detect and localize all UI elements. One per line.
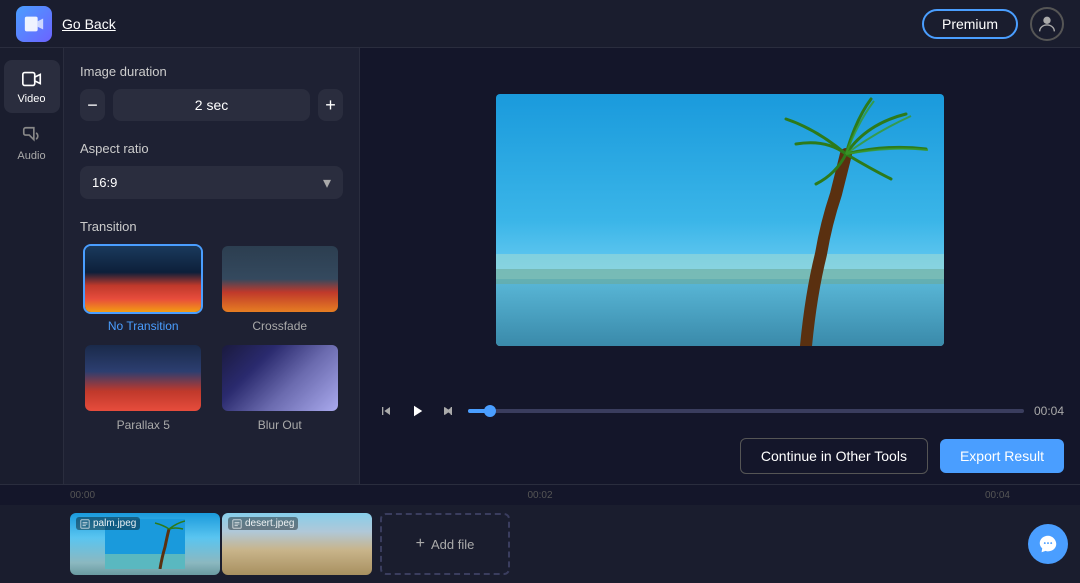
ruler-mark-0: 00:00 bbox=[70, 490, 305, 501]
clip-item-desert[interactable]: desert.jpeg bbox=[222, 513, 372, 575]
ruler-mark-2: 00:04 bbox=[775, 490, 1010, 501]
add-file-button[interactable]: + Add file bbox=[380, 513, 510, 575]
controls-bar: 00:04 bbox=[360, 392, 1080, 430]
timeline-area: 00:00 00:02 00:04 bbox=[0, 484, 1080, 576]
transition-name-parallax-5: Parallax 5 bbox=[117, 418, 170, 432]
sidebar-item-video[interactable]: Video bbox=[4, 60, 60, 113]
duration-control: − + bbox=[80, 89, 343, 121]
transition-name-crossfade: Crossfade bbox=[252, 319, 307, 333]
header-right: Premium bbox=[922, 7, 1064, 41]
add-file-label: Add file bbox=[431, 537, 474, 552]
play-button[interactable] bbox=[406, 400, 428, 422]
support-chat-button[interactable] bbox=[1028, 524, 1068, 564]
progress-bar[interactable] bbox=[468, 409, 1024, 413]
video-icon bbox=[21, 68, 43, 90]
app-logo bbox=[16, 6, 52, 42]
timeline-ruler: 00:00 00:02 00:04 bbox=[0, 485, 1080, 505]
skip-forward-button[interactable] bbox=[438, 401, 458, 421]
transition-item-blur-out[interactable]: Blur Out bbox=[217, 343, 344, 432]
settings-panel: Image duration − + Aspect ratio 16:9 9:1… bbox=[64, 48, 360, 484]
continue-button[interactable]: Continue in Other Tools bbox=[740, 438, 928, 474]
sidebar-item-audio[interactable]: Audio bbox=[4, 117, 60, 170]
transition-name-no-transition: No Transition bbox=[108, 319, 179, 333]
time-display: 00:04 bbox=[1034, 404, 1064, 418]
video-preview-svg bbox=[496, 94, 944, 346]
preview-area: 00:04 Continue in Other Tools Export Res… bbox=[360, 48, 1080, 484]
aspect-ratio-select[interactable]: 16:9 9:16 4:3 1:1 bbox=[80, 166, 343, 199]
image-duration-section: Image duration − + bbox=[80, 64, 343, 121]
transition-thumb-crossfade bbox=[220, 244, 340, 314]
video-frame bbox=[496, 94, 944, 346]
audio-icon bbox=[21, 125, 43, 147]
transition-item-parallax-5[interactable]: Parallax 5 bbox=[80, 343, 207, 432]
header: Go Back Premium bbox=[0, 0, 1080, 48]
sidebar-item-audio-label: Audio bbox=[17, 150, 45, 162]
transition-thumb-parallax-5 bbox=[83, 343, 203, 413]
transition-thumb-no-transition bbox=[83, 244, 203, 314]
main-layout: Video Audio Image duration − + Aspect ra… bbox=[0, 48, 1080, 484]
video-container bbox=[360, 48, 1080, 392]
clip-item-palm[interactable]: palm.jpeg bbox=[70, 513, 220, 575]
transition-item-crossfade[interactable]: Crossfade bbox=[217, 244, 344, 333]
aspect-ratio-wrapper[interactable]: 16:9 9:16 4:3 1:1 bbox=[80, 166, 343, 199]
ruler-mark-1: 00:02 bbox=[305, 490, 775, 501]
clip-filename-palm: palm.jpeg bbox=[93, 518, 136, 529]
transition-label: Transition bbox=[80, 219, 343, 234]
transition-item-no-transition[interactable]: No Transition bbox=[80, 244, 207, 333]
sidebar-item-video-label: Video bbox=[18, 93, 46, 105]
timeline-clips: palm.jpeg desert.jpeg + Add file bbox=[0, 505, 1080, 583]
progress-thumb bbox=[484, 405, 496, 417]
go-back-link[interactable]: Go Back bbox=[62, 16, 116, 32]
chat-icon bbox=[1037, 533, 1059, 555]
aspect-ratio-label: Aspect ratio bbox=[80, 141, 343, 156]
image-duration-label: Image duration bbox=[80, 64, 343, 79]
clip-filename-desert: desert.jpeg bbox=[245, 518, 294, 529]
premium-button[interactable]: Premium bbox=[922, 9, 1018, 39]
user-avatar[interactable] bbox=[1030, 7, 1064, 41]
export-button[interactable]: Export Result bbox=[940, 439, 1064, 473]
action-bar: Continue in Other Tools Export Result bbox=[360, 430, 1080, 484]
transition-grid: No Transition Crossfade Parallax 5 bbox=[80, 244, 343, 432]
transition-thumb-blur-out bbox=[220, 343, 340, 413]
duration-input[interactable] bbox=[113, 89, 310, 121]
transition-name-blur-out: Blur Out bbox=[258, 418, 302, 432]
duration-decrement-button[interactable]: − bbox=[80, 89, 105, 121]
header-left: Go Back bbox=[16, 6, 116, 42]
aspect-ratio-section: Aspect ratio 16:9 9:16 4:3 1:1 bbox=[80, 141, 343, 199]
add-file-plus-icon: + bbox=[416, 535, 425, 553]
sidebar-nav: Video Audio bbox=[0, 48, 64, 484]
clip-label-palm: palm.jpeg bbox=[76, 517, 140, 530]
duration-increment-button[interactable]: + bbox=[318, 89, 343, 121]
skip-back-button[interactable] bbox=[376, 401, 396, 421]
clip-label-desert: desert.jpeg bbox=[228, 517, 298, 530]
transition-section: Transition No Transition Crossfade bbox=[80, 219, 343, 432]
